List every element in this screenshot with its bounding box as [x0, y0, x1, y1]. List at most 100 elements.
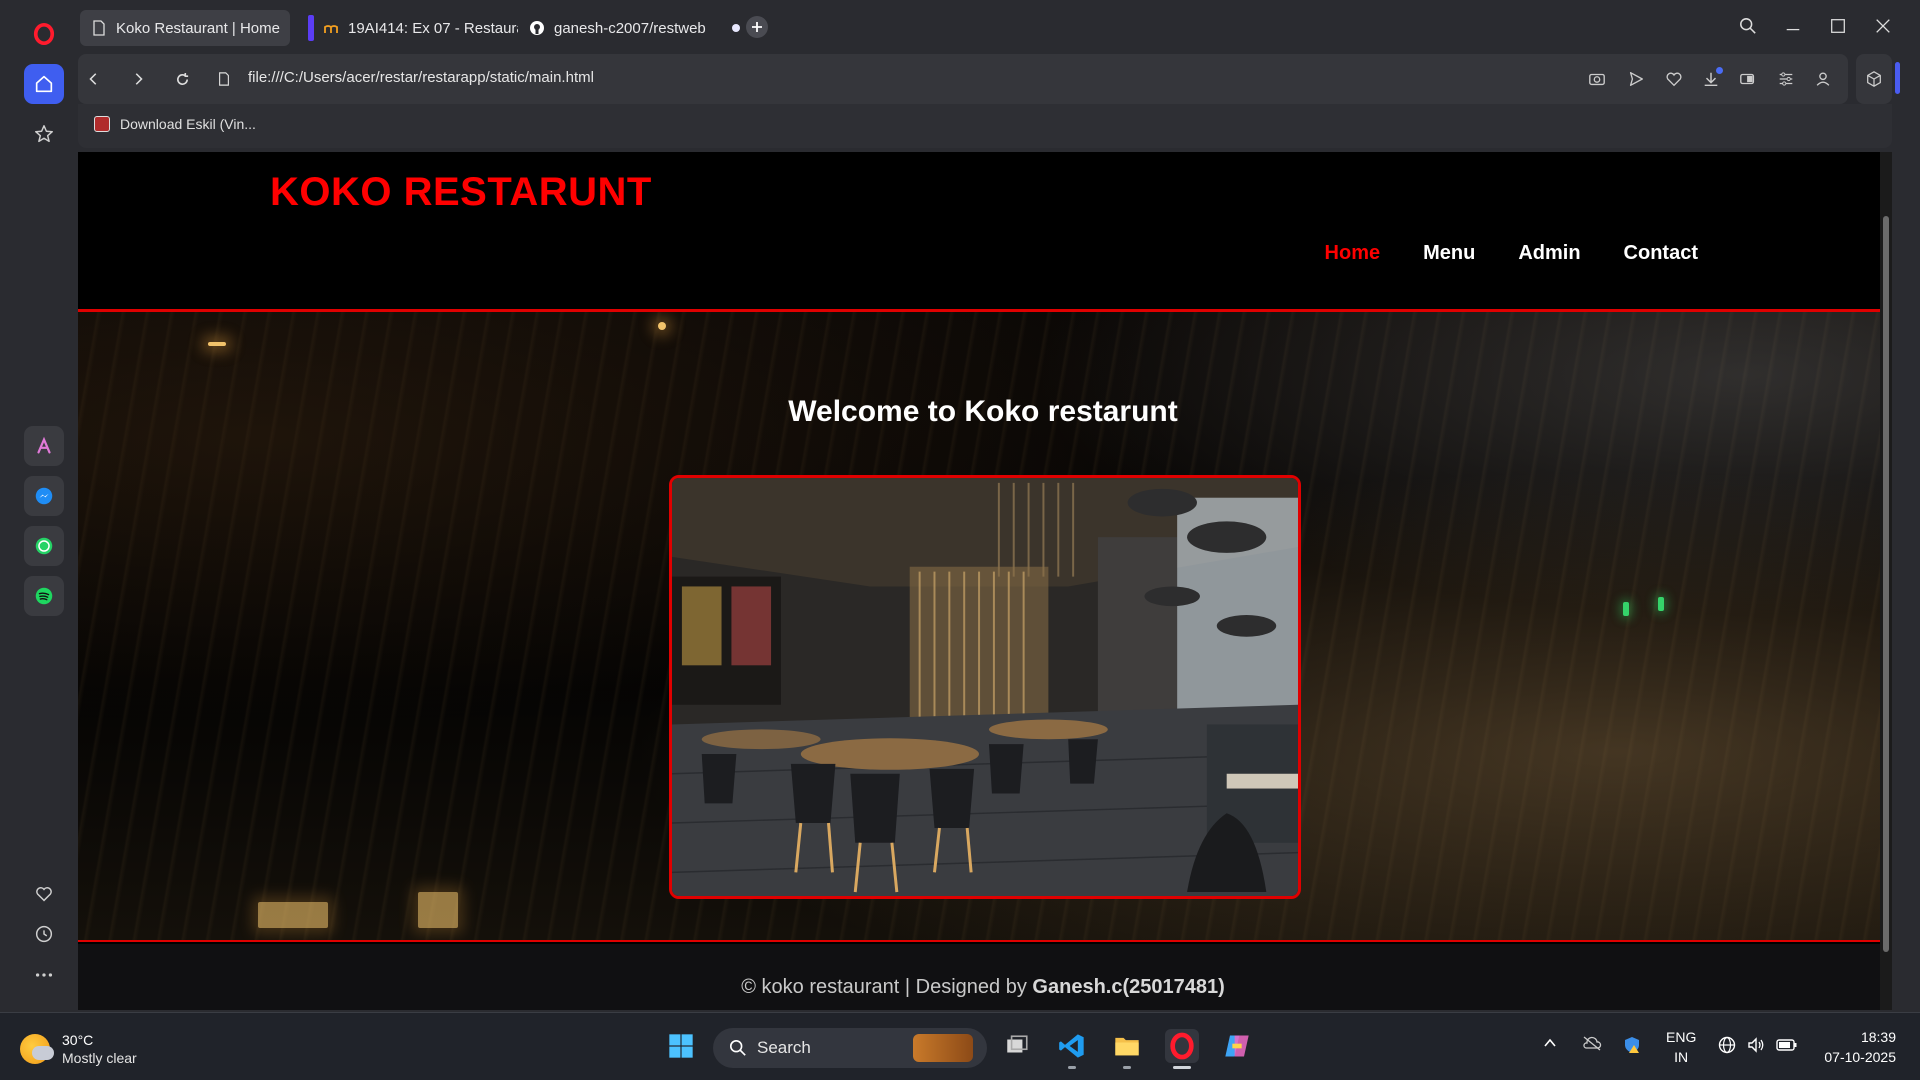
minimize-icon[interactable]: [1781, 14, 1805, 38]
footer-prefix: © koko restaurant | Designed by: [741, 976, 1033, 998]
footer-text: © koko restaurant | Designed by Ganesh.c…: [78, 976, 1888, 999]
back-icon[interactable]: [80, 65, 108, 93]
bookmark-favicon-icon: [94, 116, 110, 132]
bookmark-label: Download Eskil (Vin...: [120, 116, 256, 132]
aria-app-icon[interactable]: [24, 426, 64, 466]
bookmarks-bar: Download Eskil (Vin...: [78, 104, 1892, 148]
language-indicator[interactable]: ENG IN: [1666, 1027, 1696, 1067]
windows-start-icon[interactable]: [664, 1029, 698, 1063]
easy-setup-icon[interactable]: [1773, 66, 1799, 92]
volume-icon[interactable]: [1746, 1035, 1766, 1058]
tab-github[interactable]: ganesh-c2007/restweb: [518, 10, 718, 46]
browser-sidebar: [0, 0, 78, 1012]
nav-menu[interactable]: Menu: [1423, 242, 1475, 265]
weather-sun-icon: [20, 1034, 54, 1064]
vscode-icon[interactable]: [1055, 1029, 1089, 1069]
battery-saver-icon[interactable]: [1735, 66, 1761, 92]
active-indicator: [1173, 1066, 1191, 1069]
footer-author: Ganesh.c(25017481): [1032, 976, 1225, 998]
file-explorer-icon[interactable]: [1110, 1029, 1144, 1069]
site-footer: © koko restaurant | Designed by Ganesh.c…: [78, 944, 1888, 1010]
url-field[interactable]: file:///C:/Users/acer/restar/restarapp/s…: [248, 69, 594, 86]
tab-search-icon[interactable]: [1736, 14, 1760, 38]
extensions-cube-icon[interactable]: [1856, 54, 1892, 104]
history-clock-icon[interactable]: [24, 914, 64, 954]
restaurant-interior-image: [669, 475, 1301, 899]
page-scrollbar[interactable]: [1880, 152, 1892, 1010]
task-view-icon[interactable]: [1000, 1029, 1034, 1063]
tab-ex07[interactable]: 19AI414: Ex 07 - Restaurant: [298, 10, 518, 46]
bookmark-item[interactable]: Download Eskil (Vin...: [94, 116, 256, 132]
messenger-icon[interactable]: [24, 476, 64, 516]
copilot-icon[interactable]: [1220, 1029, 1254, 1063]
github-icon: [528, 19, 546, 37]
floor-light: [418, 892, 458, 928]
floor-light: [258, 902, 328, 928]
file-page-icon: [210, 65, 238, 93]
camera-icon[interactable]: [1584, 66, 1610, 92]
green-light: [1658, 597, 1664, 611]
more-options-icon[interactable]: [24, 955, 64, 995]
onedrive-offline-icon[interactable]: [1582, 1035, 1602, 1054]
browser-window: Koko Restaurant | Home 19AI414: Ex 07 - …: [0, 0, 1920, 1012]
new-tab-button[interactable]: [746, 16, 768, 38]
windows-taskbar: 30°C Mostly clear Search ENG IN 18:39 07…: [0, 1012, 1920, 1080]
tab-group-marker: [308, 15, 314, 41]
clock-time: 18:39: [1860, 1029, 1896, 1045]
system-clock[interactable]: 18:39 07-10-2025: [1824, 1027, 1896, 1067]
battery-icon[interactable]: [1776, 1035, 1798, 1058]
close-icon[interactable]: [1871, 14, 1895, 38]
tab-label: Koko Restaurant | Home: [116, 19, 280, 37]
favorite-heart-icon[interactable]: [1661, 66, 1687, 92]
maximize-icon[interactable]: [1826, 14, 1850, 38]
tab-indicator-dot: [732, 24, 740, 32]
search-label: Search: [757, 1038, 811, 1057]
spotify-icon[interactable]: [24, 576, 64, 616]
running-indicator: [1068, 1066, 1076, 1069]
tab-label: ganesh-c2007/restweb: [554, 19, 706, 37]
moodle-icon: [322, 19, 340, 37]
nav-admin[interactable]: Admin: [1518, 242, 1580, 265]
send-icon[interactable]: [1623, 66, 1649, 92]
heart-icon[interactable]: [24, 874, 64, 914]
clock-date: 07-10-2025: [1824, 1049, 1896, 1065]
page-viewport: KOKO RESTARUNT Home Menu Admin Contact W…: [78, 152, 1892, 1010]
weather-temperature: 30°C: [62, 1032, 94, 1048]
show-hidden-icons-chevron-icon[interactable]: [1542, 1035, 1558, 1054]
welcome-heading: Welcome to Koko restarunt: [788, 395, 1178, 428]
weather-widget[interactable]: 30°C Mostly clear: [20, 1031, 137, 1067]
address-bar: file:///C:/Users/acer/restar/restarapp/s…: [78, 54, 1848, 104]
nav-home[interactable]: Home: [1325, 242, 1381, 265]
network-globe-icon[interactable]: [1717, 1035, 1737, 1058]
tab-label: 19AI414: Ex 07 - Restaurant: [348, 19, 518, 37]
forward-icon[interactable]: [124, 65, 152, 93]
plus-icon: [752, 22, 762, 32]
whatsapp-icon[interactable]: [24, 526, 64, 566]
profile-icon[interactable]: [1810, 66, 1836, 92]
language-code: ENG: [1666, 1029, 1697, 1045]
hero-section: Welcome to Koko restarunt: [78, 312, 1888, 942]
download-badge: [1716, 67, 1723, 74]
region-code: IN: [1674, 1049, 1689, 1065]
security-warning-icon[interactable]: [1622, 1035, 1642, 1058]
running-indicator: [1123, 1066, 1131, 1069]
download-icon[interactable]: [1698, 66, 1724, 92]
scroll-thumb[interactable]: [1883, 216, 1889, 952]
opera-logo-icon[interactable]: [24, 14, 64, 54]
bookmark-star-icon[interactable]: [24, 114, 64, 154]
page-icon: [90, 19, 108, 37]
home-icon[interactable]: [24, 64, 64, 104]
site-header: KOKO RESTARUNT Home Menu Admin Contact: [78, 152, 1888, 312]
site-nav: Home Menu Admin Contact: [1325, 242, 1698, 265]
weather-description: Mostly clear: [62, 1050, 137, 1066]
nav-contact[interactable]: Contact: [1624, 242, 1698, 265]
opera-taskbar-icon[interactable]: [1165, 1029, 1199, 1069]
ceiling-light: [208, 342, 226, 346]
tab-koko-home[interactable]: Koko Restaurant | Home: [80, 10, 290, 46]
reload-icon[interactable]: [168, 65, 196, 93]
taskbar-search[interactable]: Search: [713, 1028, 987, 1068]
sidebar-toggle-accent[interactable]: [1895, 62, 1900, 94]
site-logo[interactable]: KOKO RESTARUNT: [270, 170, 652, 215]
ceiling-light: [658, 322, 666, 330]
green-light: [1623, 602, 1629, 616]
